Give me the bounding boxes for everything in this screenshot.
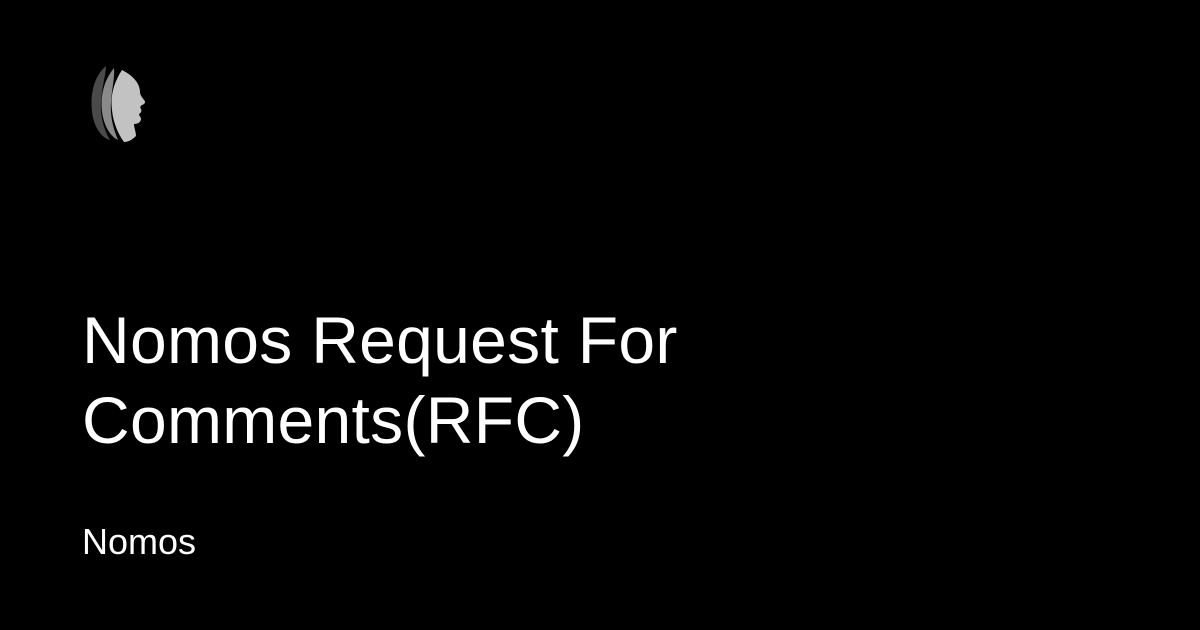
link-preview-card: Nomos Request For Comments(RFC) Nomos [0, 0, 1200, 630]
page-title: Nomos Request For Comments(RFC) [82, 303, 678, 457]
site-name: Nomos [82, 521, 197, 562]
face-profile-icon [88, 64, 152, 144]
